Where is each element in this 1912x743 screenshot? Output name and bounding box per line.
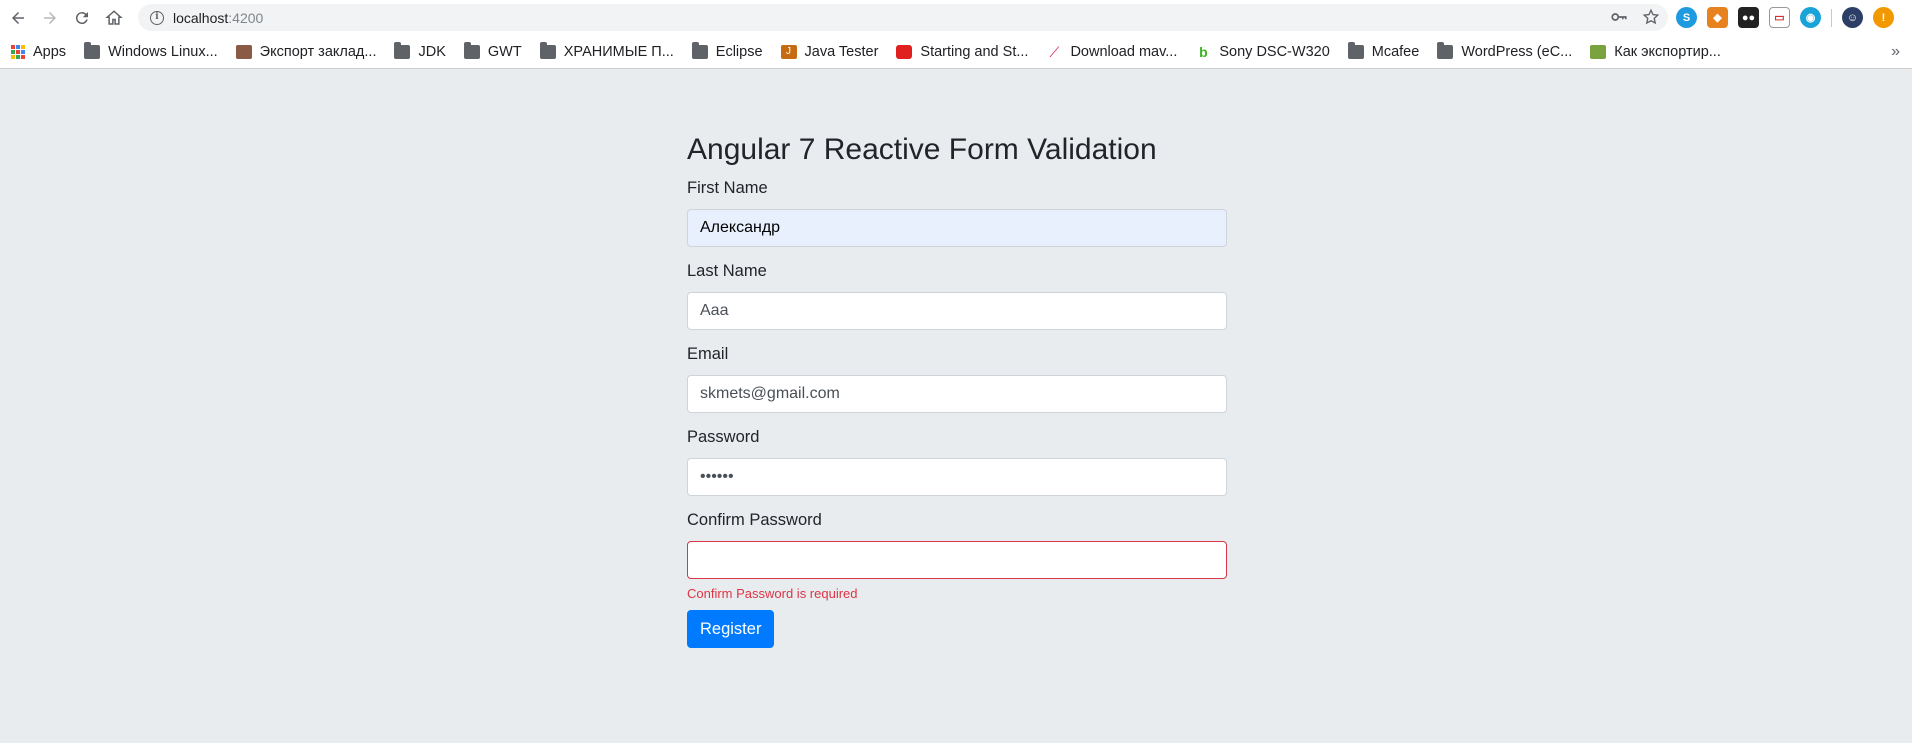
oracle-icon (896, 44, 913, 59)
home-button[interactable] (98, 2, 130, 34)
last-name-group: Last Name (687, 261, 1227, 330)
email-label: Email (687, 345, 729, 363)
bookmark-label: ХРАНИМЫЕ П... (563, 43, 674, 60)
bookmark-label: Java Tester (804, 43, 879, 60)
confirm-password-error: Confirm Password is required (687, 586, 858, 601)
reload-button[interactable] (66, 2, 98, 34)
avatar[interactable]: ☺ (1842, 7, 1863, 28)
first-name-input[interactable] (687, 209, 1227, 247)
feather-icon: ⟋ (1049, 43, 1060, 60)
folder-icon (1437, 41, 1454, 59)
bookmark-java-tester[interactable]: J Java Tester (780, 43, 879, 60)
bookmark-label: WordPress (eC... (1461, 43, 1573, 60)
email-input[interactable] (687, 375, 1227, 413)
bookmark-download-maven[interactable]: ⟋ Download mav... (1046, 43, 1178, 60)
registration-form: Angular 7 Reactive Form Validation First… (687, 128, 1227, 648)
bookmark-apps[interactable]: Apps (11, 44, 66, 60)
first-name-group: First Name (687, 178, 1227, 247)
java-icon: J (780, 44, 797, 59)
bookmarks-bar: Apps Windows Linux... Экспорт заклад... … (0, 35, 1912, 69)
folder-icon (394, 41, 411, 59)
home-icon (105, 9, 123, 25)
url-host: localhost (173, 9, 229, 26)
skype-icon[interactable]: S (1676, 7, 1697, 28)
bookmark-label: Starting and St... (920, 43, 1029, 60)
incognito-ext-icon[interactable]: ●● (1738, 7, 1759, 28)
folder-icon (1347, 41, 1364, 59)
password-group: Password (687, 427, 1227, 496)
folder-icon (84, 41, 101, 59)
bookmark-label: Download mav... (1070, 43, 1178, 60)
first-name-label: First Name (687, 179, 768, 197)
back-button[interactable] (2, 2, 34, 34)
green-b-icon: b (1199, 43, 1208, 60)
address-bar[interactable]: i localhost:4200 (138, 4, 1668, 31)
folder-icon (691, 41, 708, 59)
bookmark-mcafee[interactable]: Mcafee (1347, 41, 1420, 60)
spreadsheet-icon (1590, 44, 1607, 59)
folder-icon (539, 41, 556, 59)
bookmark-export[interactable]: Экспорт заклад... (235, 43, 377, 60)
register-button[interactable]: Register (687, 610, 775, 648)
bookmark-how-export[interactable]: Как экспортир... (1590, 44, 1721, 60)
bookmark-starting[interactable]: Starting and St... (896, 44, 1028, 60)
password-input[interactable] (687, 458, 1227, 496)
key-icon[interactable] (1610, 8, 1628, 26)
password-label: Password (687, 428, 760, 446)
bookmark-label: Как экспортир... (1614, 43, 1721, 60)
bookmark-label: Mcafee (1371, 43, 1420, 60)
star-icon[interactable] (1642, 8, 1660, 26)
email-group: Email (687, 344, 1227, 413)
location-ext-icon[interactable]: ◉ (1800, 7, 1821, 28)
bookmark-label: Windows Linux... (108, 43, 218, 60)
url-port: :4200 (228, 9, 264, 26)
bookmark-label: GWT (487, 43, 522, 60)
forward-arrow-icon (44, 11, 56, 24)
info-icon[interactable]: i (150, 10, 164, 25)
last-name-input[interactable] (687, 292, 1227, 330)
bookmark-gwt[interactable]: GWT (463, 41, 522, 60)
confirm-password-group: Confirm Password Confirm Password is req… (687, 510, 1227, 602)
update-alert-icon[interactable]: ! (1873, 7, 1894, 28)
forward-button[interactable] (34, 2, 66, 34)
toolbar-separator (1831, 8, 1832, 27)
bookmark-label: JDK (418, 43, 446, 60)
bookmark-label: Экспорт заклад... (259, 43, 377, 60)
bookmark-eclipse[interactable]: Eclipse (691, 41, 763, 60)
folder-icon (463, 41, 480, 59)
confirm-password-input[interactable] (687, 541, 1227, 579)
bookmark-jdk[interactable]: JDK (394, 41, 446, 60)
bookmark-label: Apps (33, 43, 67, 60)
confirm-password-label: Confirm Password (687, 511, 822, 529)
screenshot-ext-icon[interactable]: ▭ (1769, 7, 1790, 28)
apps-grid-icon (11, 44, 25, 59)
page-title: Angular 7 Reactive Form Validation (687, 133, 1157, 166)
reload-icon (75, 11, 88, 24)
browser-toolbar: i localhost:4200 S ◆ ●● ▭ ◉ ☺ ! (0, 0, 1912, 35)
bookmark-label: Sony DSC-W320 (1219, 43, 1330, 60)
bookmark-windows-linux[interactable]: Windows Linux... (84, 41, 218, 60)
last-name-label: Last Name (687, 262, 767, 280)
bookmark-label: Eclipse (715, 43, 763, 60)
back-arrow-icon (12, 11, 24, 24)
more-bookmarks-chevron-icon[interactable]: » (1891, 43, 1900, 61)
bookmark-favicon-icon (235, 44, 252, 59)
bookmark-stored[interactable]: ХРАНИМЫЕ П... (539, 41, 674, 60)
bookmark-wordpress[interactable]: WordPress (eC... (1437, 41, 1573, 60)
metamask-icon[interactable]: ◆ (1707, 7, 1728, 28)
bookmark-sony[interactable]: b Sony DSC-W320 (1195, 43, 1330, 60)
